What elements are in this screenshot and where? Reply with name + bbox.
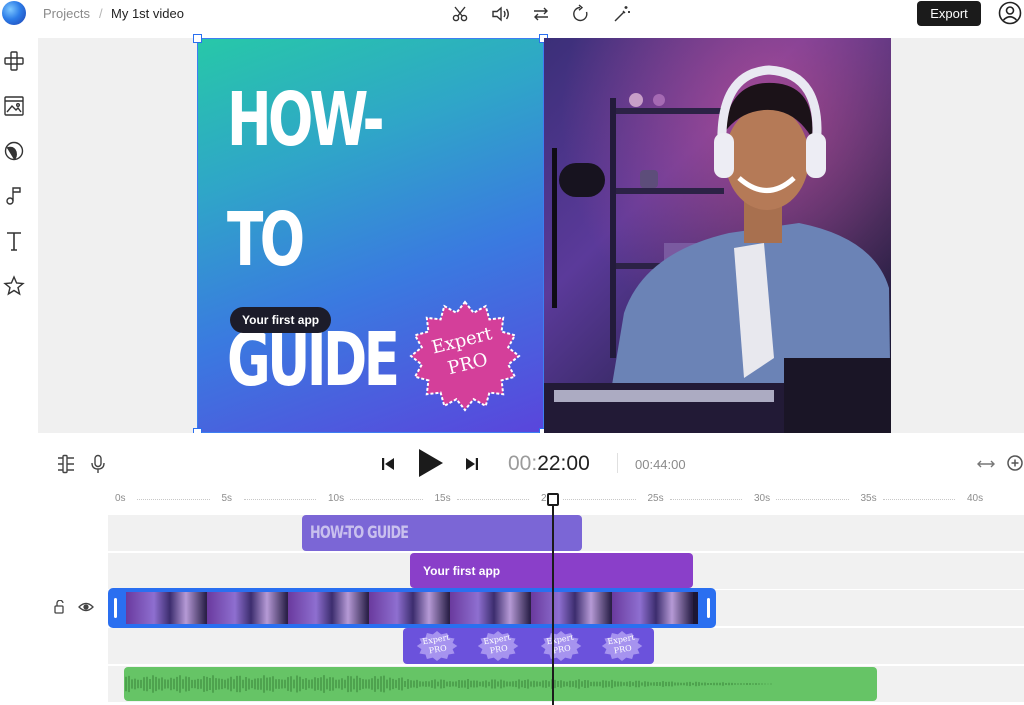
ruler-dots [243,499,316,500]
microphone-icon[interactable] [87,453,109,475]
skip-back-icon[interactable] [378,454,398,474]
playhead[interactable] [547,493,559,506]
video-frame-thumbnail [612,592,693,624]
video-frame-thumbnail [450,592,531,624]
ruler-dots [776,499,849,500]
breadcrumb-separator: / [99,6,103,21]
elements-icon[interactable] [3,50,25,72]
total-time: 00:44:00 [635,457,686,472]
sticker-thumbnail: Expert PRO [538,631,584,661]
sticker-thumbnail: Expert PRO [414,631,460,661]
sticker-thumbnail: Expert PRO [475,631,521,661]
current-time-value: 22:00 [537,452,590,475]
visibility-icon[interactable] [77,598,95,616]
export-button[interactable]: Export [917,1,981,26]
music-icon[interactable] [3,185,25,207]
breadcrumb-projects[interactable]: Projects [43,6,90,21]
favorites-icon[interactable] [3,275,25,297]
sticker-clip[interactable]: Expert PRO Expert PRO Expert PRO Expert PRO [403,628,654,664]
time-divider [617,453,618,473]
unlock-icon[interactable] [52,598,68,616]
ruler-tick: 25s [647,493,664,504]
text-icon[interactable] [3,230,25,252]
ruler-dots [882,499,955,500]
ruler-tick: 30s [754,493,771,504]
video-frame-thumbnail [126,592,207,624]
video-preview-photo[interactable] [544,38,891,433]
audio-waveform [125,675,772,693]
fit-width-icon[interactable] [975,454,997,474]
video-clip-left-handle[interactable] [114,598,117,618]
ruler-dots [137,499,210,500]
video-filmstrip [126,592,698,624]
zoom-in-icon[interactable] [1004,452,1024,474]
audio-clip[interactable] [124,667,877,701]
rotate-icon[interactable] [570,3,592,25]
playhead-line [552,500,554,705]
selection-frame [197,38,544,433]
ruler-tick: 5s [221,493,233,504]
sticker-thumbnail: Expert PRO [599,631,645,661]
current-time: 00:22:00 [508,452,590,476]
resize-handle-top-left[interactable] [193,34,202,43]
current-time-dim: 00: [508,452,538,475]
play-icon[interactable] [413,446,447,480]
ruler-tick: 35s [860,493,877,504]
video-frame-thumbnail [288,592,369,624]
ruler-dots [669,499,742,500]
video-clip-right-handle[interactable] [707,598,710,618]
volume-icon[interactable] [490,3,512,25]
ruler-dots [456,499,529,500]
account-icon[interactable] [998,1,1022,25]
ruler-tick: 10s [328,493,345,504]
text-clip-label: Your first app [423,563,501,578]
ruler-tick: 0s [115,493,126,504]
stickers-icon[interactable] [3,140,25,162]
left-toolbar [0,38,38,705]
video-frame-thumbnail [207,592,288,624]
track-settings-icon[interactable] [55,453,77,475]
top-bar: Projects / My 1st video Export [0,0,1024,28]
ruler-tick: 15s [434,493,451,504]
swap-icon[interactable] [530,3,552,25]
video-frame-thumbnail [531,592,612,624]
app-logo[interactable] [2,1,26,25]
video-clip[interactable] [108,588,716,628]
title-clip-label: HOW-TO GUIDE [310,523,409,543]
scissors-icon[interactable] [449,3,471,25]
ruler-dots [350,499,423,500]
project-title[interactable]: My 1st video [111,6,184,21]
media-icon[interactable] [3,95,25,117]
video-frame-thumbnail [369,592,450,624]
timeline-ruler[interactable]: 0s5s10s15s20s25s30s35s40s [108,490,1024,508]
title-clip[interactable]: HOW-TO GUIDE [302,515,582,551]
ruler-tick: 40s [967,493,984,504]
magic-wand-icon[interactable] [611,3,633,25]
skip-forward-icon[interactable] [462,454,482,474]
ruler-dots [563,499,636,500]
